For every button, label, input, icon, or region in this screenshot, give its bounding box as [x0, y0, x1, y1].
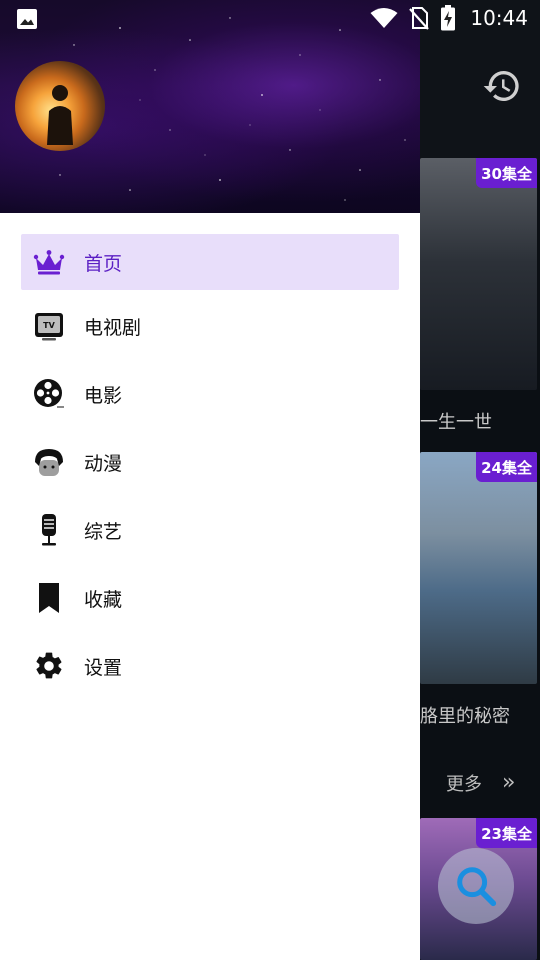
menu-item-home[interactable]: 首页 — [0, 224, 420, 292]
wifi-icon — [370, 8, 398, 28]
menu-item-label: 首页 — [84, 252, 123, 275]
anime-icon — [32, 445, 66, 479]
drawer-menu: 首页 TV 电视剧 电影 动漫 综艺 收藏 设置 — [0, 224, 420, 700]
video-card-title[interactable]: 一生一世 — [420, 408, 540, 434]
menu-item-variety[interactable]: 综艺 — [0, 496, 420, 564]
crown-icon — [32, 245, 66, 279]
microphone-icon — [32, 513, 66, 547]
video-card-title[interactable]: 胳里的秘密 — [420, 702, 540, 728]
menu-item-label: 动漫 — [84, 452, 123, 475]
menu-item-label: 收藏 — [84, 588, 123, 611]
chevron-right-icon[interactable]: » — [502, 770, 515, 795]
status-time: 10:44 — [470, 6, 528, 30]
menu-item-movies[interactable]: 电影 — [0, 360, 420, 428]
history-button[interactable] — [476, 60, 528, 112]
avatar[interactable] — [15, 61, 105, 151]
menu-item-label: 电视剧 — [84, 316, 142, 339]
episode-badge: 24集全 — [476, 452, 537, 482]
navigation-drawer: 首页 TV 电视剧 电影 动漫 综艺 收藏 设置 — [0, 0, 420, 960]
menu-item-label: 综艺 — [84, 520, 123, 543]
episode-badge: 30集全 — [476, 158, 537, 188]
history-icon — [483, 71, 519, 101]
more-link[interactable]: 更多 — [446, 770, 482, 796]
search-icon — [457, 867, 497, 907]
status-bar: 10:44 — [0, 0, 540, 36]
menu-item-label: 设置 — [84, 656, 123, 679]
bookmark-icon — [32, 581, 66, 615]
video-card-2[interactable]: 24集全 — [420, 452, 537, 684]
menu-item-favorites[interactable]: 收藏 — [0, 564, 420, 632]
svg-text:TV: TV — [43, 321, 55, 330]
tv-icon: TV — [32, 309, 66, 343]
menu-item-settings[interactable]: 设置 — [0, 632, 420, 700]
menu-item-anime[interactable]: 动漫 — [0, 428, 420, 496]
no-sim-icon — [409, 7, 430, 30]
search-fab[interactable] — [438, 848, 514, 924]
photo-icon — [17, 9, 37, 29]
person-silhouette — [47, 85, 73, 145]
menu-item-tv-series[interactable]: TV 电视剧 — [0, 292, 420, 360]
menu-item-label: 电影 — [84, 384, 123, 407]
gear-icon — [32, 649, 66, 683]
status-icons: 10:44 — [370, 4, 528, 32]
film-reel-icon — [32, 377, 66, 411]
video-card-1[interactable]: 30集全 — [420, 158, 537, 390]
episode-badge: 23集全 — [476, 818, 537, 848]
battery-charging-icon — [441, 5, 456, 31]
screen: 30集全 一生一世 24集全 胳里的秘密 更多 » 23集全 首页 TV 电视剧… — [0, 0, 540, 960]
